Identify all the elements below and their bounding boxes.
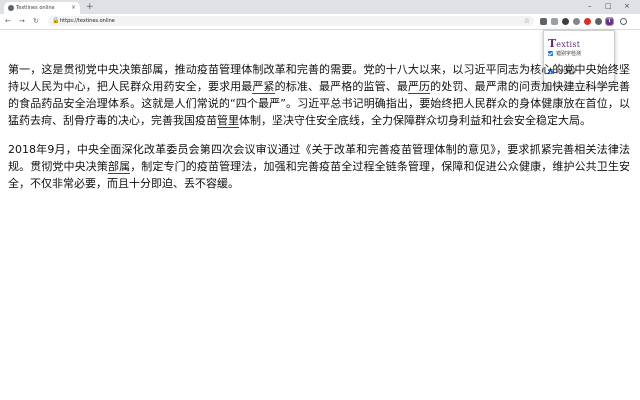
paragraph-1: 第一，这是贯彻党中央决策部属，推动疫苗管理体制改革和完善的需要。党的十八大以来，… [8, 61, 630, 129]
reload-button[interactable]: ↻ [33, 16, 39, 26]
option-typo-detection[interactable]: 错别字检测 [548, 51, 581, 58]
paragraph-2: 2018年9月，中央全面深化改革委员会第四次会议审议通过《关于改革和完善疫苗管理… [8, 141, 630, 192]
tab-close-icon[interactable]: × [71, 4, 76, 11]
typo-highlight[interactable]: 部属 [107, 160, 131, 174]
browser-tab[interactable]: Textlines online × [4, 2, 80, 14]
extension-icon-5[interactable] [584, 18, 591, 25]
extension-icon-1[interactable] [540, 18, 547, 25]
tab-title: Textlines online [16, 5, 55, 11]
url-text[interactable]: https://textines.online [60, 16, 115, 26]
close-window-button[interactable]: × [624, 1, 630, 11]
article-body: 第一，这是贯彻党中央决策部属，推动疫苗管理体制改革和完善的需要。党的十八大以来，… [8, 61, 630, 204]
new-tab-button[interactable]: + [86, 2, 94, 13]
typo-highlight[interactable]: 严紧 [252, 80, 275, 94]
lock-icon: 🔒 [52, 17, 60, 24]
browser-toolbar: ← → ↻ 🔒 https://textines.online ☆ T [0, 14, 640, 30]
extension-icon-6[interactable] [595, 18, 602, 25]
bookmark-star-icon[interactable]: ☆ [524, 16, 530, 26]
maximize-button[interactable]: □ [605, 1, 612, 11]
back-button[interactable]: ← [5, 16, 11, 26]
textist-logo: Textist [548, 37, 581, 50]
typo-highlight[interactable]: 严历 [407, 80, 431, 94]
tab-strip: Textlines online × + – □ × [0, 0, 640, 14]
text-segment: 的标准、最严格的监管、最 [274, 80, 408, 93]
profile-avatar-icon[interactable] [620, 18, 627, 25]
forward-button[interactable]: → [19, 16, 25, 26]
checkbox-checked-icon[interactable] [548, 51, 553, 56]
textist-extension-icon[interactable]: T [605, 17, 614, 26]
extension-icon-4[interactable] [573, 18, 580, 25]
text-segment: 体制，坚决守住安全底线，全力保障群众切身利益和社会安全稳定大局。 [239, 114, 591, 127]
address-bar[interactable]: 🔒 https://textines.online ☆ [48, 16, 534, 26]
favicon-icon [8, 5, 14, 11]
extension-icon-3[interactable] [562, 18, 569, 25]
minimize-button[interactable]: – [588, 1, 592, 11]
extension-icon-2[interactable] [551, 18, 558, 25]
typo-highlight[interactable]: 管里 [217, 114, 239, 128]
